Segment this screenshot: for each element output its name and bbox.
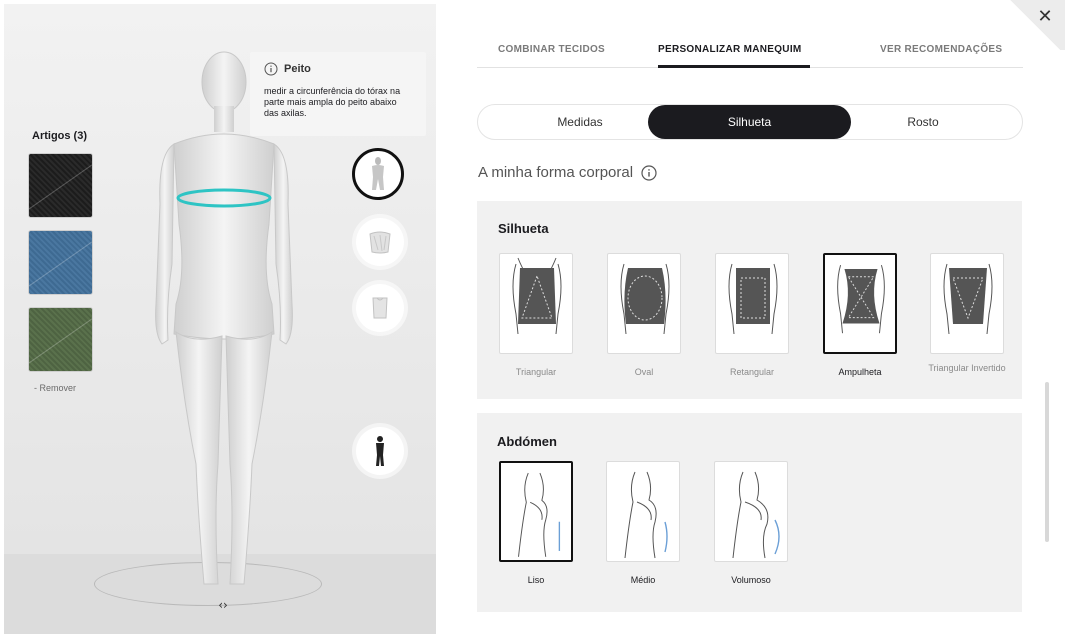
fabric-swatch-black[interactable] bbox=[28, 153, 93, 218]
silhouette-label: Triangular bbox=[515, 367, 557, 377]
oval-shape-icon bbox=[620, 263, 670, 335]
segment-rosto[interactable]: Rosto bbox=[848, 105, 998, 139]
silhouette-card: Silhueta Triangular Oval Retangular Ampu… bbox=[477, 201, 1022, 399]
segment-silhueta[interactable]: Silhueta bbox=[648, 105, 851, 139]
fabric-swatch-green[interactable] bbox=[28, 307, 93, 372]
remove-link[interactable]: - Remover bbox=[34, 383, 76, 393]
tab-combinar-tecidos[interactable]: COMBINAR TECIDOS bbox=[498, 44, 605, 55]
abdomen-image bbox=[499, 461, 573, 562]
silhouette-title: Silhueta bbox=[498, 221, 549, 236]
tooltip-text: medir a circunferência do tórax na parte… bbox=[264, 86, 401, 118]
scrollbar-thumb[interactable] bbox=[1045, 382, 1049, 542]
abdomen-title: Abdómen bbox=[497, 434, 557, 449]
garment-icon bbox=[372, 297, 388, 319]
info-icon[interactable] bbox=[641, 164, 657, 181]
articles-title: Artigos (3) bbox=[32, 130, 87, 142]
abdomen-label: Liso bbox=[527, 575, 545, 585]
abdomen-label: Volumoso bbox=[731, 575, 771, 585]
body-icon bbox=[372, 157, 384, 190]
close-button[interactable]: ✕ bbox=[1034, 6, 1056, 28]
silhouette-image bbox=[715, 253, 789, 354]
figure-icon bbox=[376, 436, 384, 466]
section-title: A minha forma corporal bbox=[478, 164, 657, 181]
tab-active-underline bbox=[658, 65, 810, 68]
rotate-handle[interactable]: ‹› bbox=[213, 598, 233, 614]
abdomen-card: Abdómen Liso Médio Volumoso bbox=[477, 413, 1022, 612]
abdomen-large-icon bbox=[732, 471, 780, 559]
main-tabs: COMBINAR TECIDOS PERSONALIZAR MANEQUIM V… bbox=[477, 36, 1023, 68]
view-garment-button[interactable] bbox=[356, 284, 404, 332]
inverted-triangle-shape-icon bbox=[943, 263, 993, 335]
silhouette-image bbox=[930, 253, 1004, 354]
rectangle-shape-icon bbox=[728, 263, 778, 335]
silhouette-image bbox=[607, 253, 681, 354]
tooltip-title: Peito bbox=[284, 63, 311, 75]
triangle-shape-icon bbox=[512, 257, 562, 335]
silhouette-label: Retangular bbox=[729, 367, 775, 377]
info-icon bbox=[264, 62, 278, 76]
fabric-drape-icon bbox=[369, 231, 391, 254]
abdomen-flat-icon bbox=[518, 472, 561, 557]
measurement-tooltip: Peito medir a circunferência do tórax na… bbox=[250, 52, 426, 136]
silhouette-image bbox=[823, 253, 897, 354]
abdomen-label: Médio bbox=[630, 575, 656, 585]
mannequin-viewer[interactable]: Artigos (3) - Remover Peito medir a circ… bbox=[4, 4, 436, 634]
silhouette-label: Ampulheta bbox=[838, 367, 882, 377]
silhouette-label: Triangular Invertido bbox=[928, 363, 1006, 373]
hourglass-shape-icon bbox=[837, 264, 885, 334]
fabric-swatch-blue[interactable] bbox=[28, 230, 93, 295]
abdomen-image bbox=[606, 461, 680, 562]
abdomen-image bbox=[714, 461, 788, 562]
tab-personalizar-manequim[interactable]: PERSONALIZAR MANEQUIM bbox=[658, 44, 802, 55]
silhouette-label: Oval bbox=[634, 367, 654, 377]
view-full-figure-button[interactable] bbox=[356, 427, 404, 475]
view-body-button[interactable] bbox=[352, 148, 404, 200]
tab-ver-recomendacoes[interactable]: VER RECOMENDAÇÕES bbox=[880, 44, 1002, 55]
segmented-control: Medidas Silhueta Rosto bbox=[477, 104, 1023, 140]
abdomen-medium-icon bbox=[624, 471, 668, 559]
silhouette-image bbox=[499, 253, 573, 354]
view-fabric-button[interactable] bbox=[356, 218, 404, 266]
body-shape-title: A minha forma corporal bbox=[478, 164, 634, 181]
